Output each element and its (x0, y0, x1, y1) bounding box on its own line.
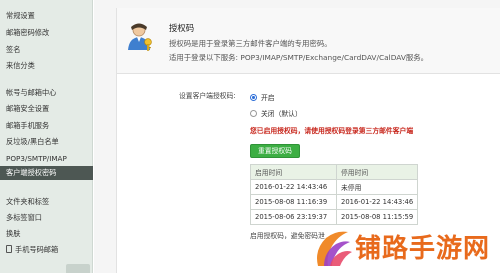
table-cell: 未停用 (335, 179, 419, 195)
sidebar-item-label: 手机号码邮箱 (15, 245, 59, 254)
radio-enable[interactable]: 开启 (250, 92, 275, 102)
radio-disable-label: 关闭（默认） (261, 110, 302, 118)
sidebar-item-mobile-service[interactable]: 邮箱手机服务 (6, 121, 49, 131)
panel-title: 授权码 (169, 23, 195, 33)
settings-sidebar: 常规设置 邮箱密码修改 签名 来信分类 帐号与邮箱中心 邮箱安全设置 邮箱手机服… (0, 0, 93, 273)
table-cell: 2016-01-22 14:43:46 (250, 179, 337, 195)
auth-enabled-notice: 您已启用授权码，请使用授权码登录第三方邮件客户端 (250, 127, 414, 135)
panel-header: 授权码 授权码是用于登录第三方邮件客户端的专用密码。 适用于登录以下服务: PO… (117, 8, 500, 74)
table-row: 2015-08-08 11:16:39 2016-01-22 14:43:46 (250, 194, 419, 210)
column-header-disabled: 停用时间 (335, 164, 419, 180)
sidebar-item-account-center[interactable]: 帐号与邮箱中心 (6, 88, 56, 98)
sidebar-item-mobile-mail[interactable]: 手机号码邮箱 (6, 245, 58, 255)
phone-icon (6, 245, 12, 253)
sidebar-item-signature[interactable]: 签名 (6, 45, 20, 55)
sidebar-item-antispam[interactable]: 反垃圾/黑白名单 (6, 137, 59, 147)
watermark-text: 铺路手游网 (355, 234, 491, 264)
sidebar-item-skin[interactable]: 换肤 (6, 229, 20, 239)
watermark-logo-icon (317, 231, 352, 266)
sidebar-item-general[interactable]: 常规设置 (6, 11, 35, 21)
table-cell: 2015-08-08 11:16:39 (250, 194, 337, 210)
sidebar-scroll-handle[interactable] (66, 264, 90, 273)
sidebar-item-security[interactable]: 邮箱安全设置 (6, 104, 49, 114)
panel-services: 适用于登录以下服务: POP3/IMAP/SMTP/Exchange/CardD… (169, 53, 429, 62)
table-row: 2016-01-22 14:43:46 未停用 (250, 179, 419, 195)
panel-description: 授权码是用于登录第三方邮件客户端的专用密码。 (169, 39, 332, 48)
sidebar-item-client-auth[interactable]: 客户端授权密码 (0, 166, 93, 180)
radio-disable[interactable]: 关闭（默认） (250, 108, 302, 118)
radio-enable-label: 开启 (261, 94, 275, 102)
sidebar-item-multi-tab[interactable]: 多标签窗口 (6, 213, 42, 223)
table-header-row: 启用时间 停用时间 (250, 164, 419, 180)
sidebar-item-pop3[interactable]: POP3/SMTP/IMAP (6, 154, 67, 163)
radio-on-icon[interactable] (250, 94, 257, 101)
watermark: 铺路手游网 (300, 222, 500, 273)
auth-setting-label: 设置客户端授权码: (179, 92, 236, 100)
sidebar-item-folders[interactable]: 文件夹和标签 (6, 197, 49, 207)
sidebar-item-mail-filter[interactable]: 来信分类 (6, 61, 35, 71)
column-header-enabled: 启用时间 (250, 164, 337, 180)
reset-auth-code-button[interactable]: 重置授权码 (250, 144, 300, 158)
auth-history-table: 启用时间 停用时间 2016-01-22 14:43:46 未停用 2015-0… (250, 164, 419, 225)
user-key-icon (128, 23, 152, 51)
table-cell: 2016-01-22 14:43:46 (335, 194, 419, 210)
radio-off-icon[interactable] (250, 110, 257, 117)
sidebar-item-password[interactable]: 邮箱密码修改 (6, 28, 49, 38)
